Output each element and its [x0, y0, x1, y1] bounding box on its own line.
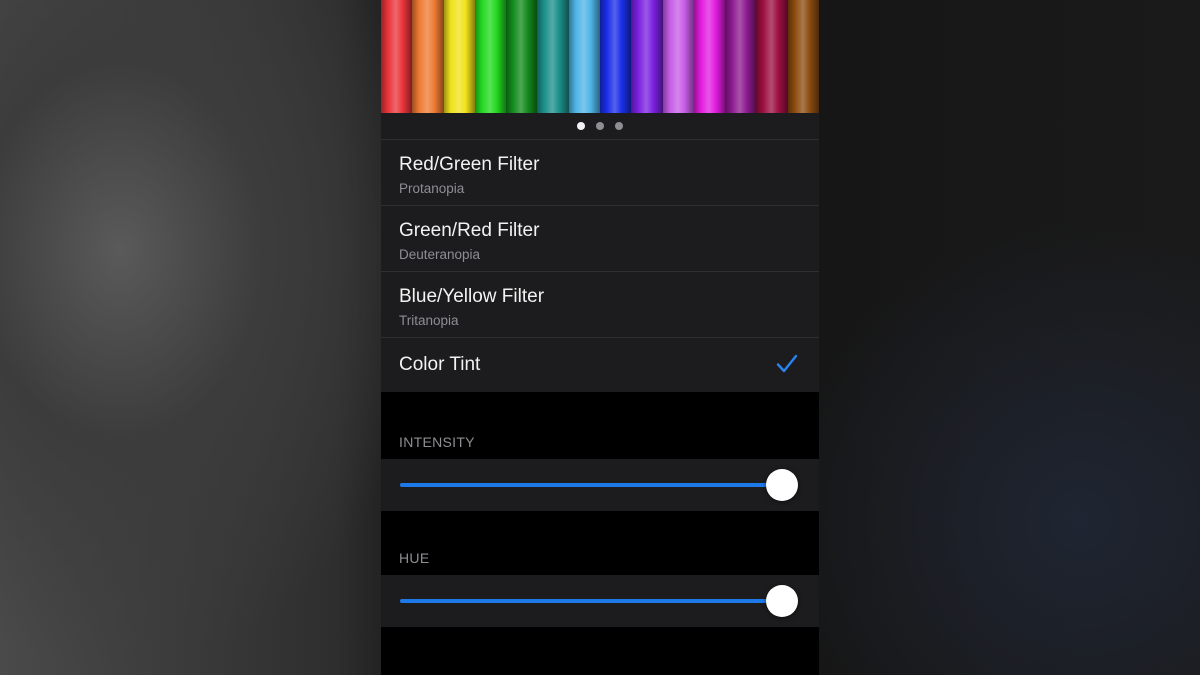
colored-pencil	[568, 0, 600, 113]
filter-option-tritanopia[interactable]: Blue/Yellow Filter Tritanopia	[381, 272, 819, 338]
page-dot[interactable]	[596, 122, 604, 130]
colored-pencil	[662, 0, 694, 113]
intensity-section-label: INTENSITY	[399, 434, 475, 450]
filter-subtitle: Tritanopia	[399, 313, 459, 328]
hue-slider-thumb[interactable]	[766, 585, 799, 617]
colored-pencil	[412, 0, 444, 113]
hue-track[interactable]	[400, 599, 786, 603]
hue-section-label: HUE	[399, 550, 430, 566]
page-dot[interactable]	[577, 122, 585, 130]
checkmark-icon	[776, 354, 798, 373]
filter-title: Blue/Yellow Filter	[399, 286, 545, 307]
filter-title: Red/Green Filter	[399, 154, 540, 175]
colored-pencil	[599, 0, 632, 113]
colored-pencils-preview[interactable]	[381, 0, 819, 113]
colored-pencil	[631, 0, 663, 113]
colored-pencil	[474, 0, 507, 113]
colored-pencil	[725, 0, 757, 113]
hue-slider[interactable]	[381, 575, 819, 627]
page-dot[interactable]	[615, 122, 623, 130]
filter-option-protanopia[interactable]: Red/Green Filter Protanopia	[381, 140, 819, 206]
intensity-track-fill	[400, 483, 783, 487]
page-indicator[interactable]	[381, 113, 819, 140]
filter-title: Color Tint	[399, 354, 481, 375]
filter-option-deuteranopia[interactable]: Green/Red Filter Deuteranopia	[381, 206, 819, 272]
colored-pencil	[443, 0, 475, 113]
colored-pencil	[787, 0, 819, 113]
colored-pencil	[756, 0, 788, 113]
hue-track-fill	[400, 599, 783, 603]
filter-subtitle: Protanopia	[399, 181, 465, 196]
intensity-track[interactable]	[400, 483, 786, 487]
colored-pencil	[537, 0, 569, 113]
intensity-slider[interactable]	[381, 459, 819, 511]
filter-subtitle: Deuteranopia	[399, 247, 481, 262]
filter-title: Green/Red Filter	[399, 220, 540, 241]
colored-pencil	[506, 0, 538, 113]
color-filters-screen: Red/Green Filter Protanopia Green/Red Fi…	[381, 0, 819, 675]
colored-pencil	[381, 0, 413, 113]
colored-pencil	[693, 0, 726, 113]
intensity-slider-thumb[interactable]	[766, 469, 799, 501]
filter-list: Red/Green Filter Protanopia Green/Red Fi…	[381, 140, 819, 392]
filter-option-color-tint[interactable]: Color Tint	[381, 338, 819, 392]
